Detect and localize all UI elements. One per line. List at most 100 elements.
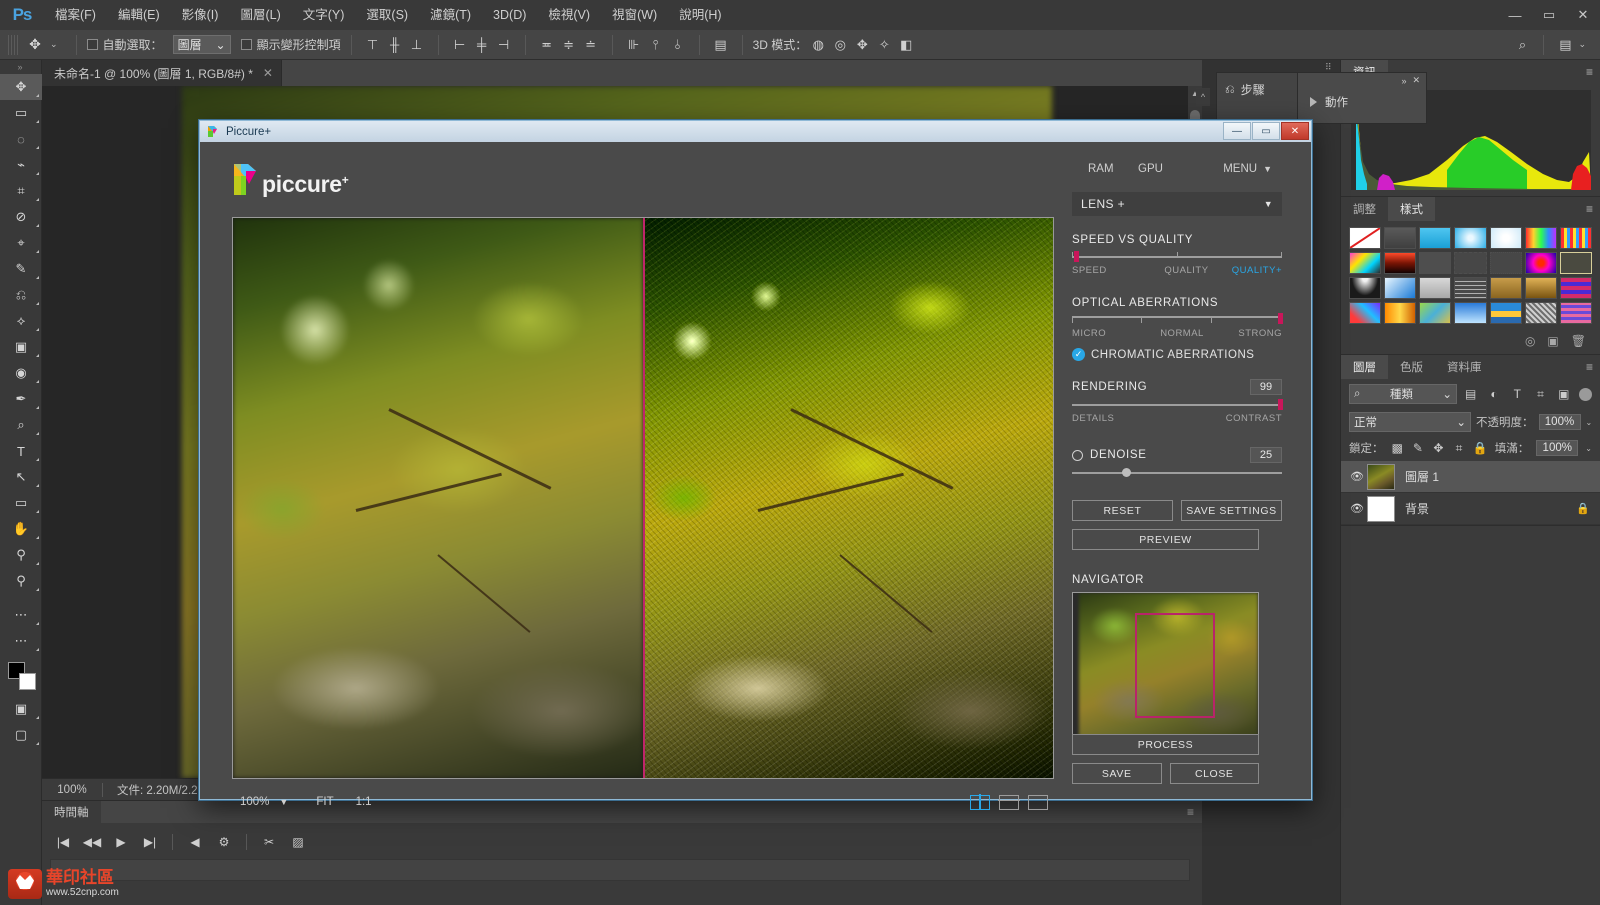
style-swatch[interactable] [1419,302,1452,324]
show-transform-checkbox[interactable] [240,39,252,50]
chromatic-aberrations-checkbox-row[interactable]: ✓ CHROMATIC ABERRATIONS [1072,348,1282,361]
tool-path-select[interactable]: ▭ [0,490,42,516]
filter-shape-icon[interactable]: ⌗ [1531,384,1550,404]
tab-adjustments[interactable]: 調整 [1341,197,1388,221]
menu-help[interactable]: 說明(H) [668,0,732,30]
blend-mode-dropdown[interactable]: 正常 ⌄ [1349,412,1471,432]
info-panel-menu-icon[interactable]: ≡ [1586,65,1593,79]
tool-clone-stamp[interactable]: ⎌ [0,282,42,308]
tab-timeline[interactable]: 時間軸 [42,801,101,823]
slider-handle[interactable] [1122,468,1132,477]
tool-dodge[interactable]: ⌕ [0,412,42,438]
menu-filter[interactable]: 濾鏡(T) [419,0,482,30]
fill-value[interactable]: 100% [1536,440,1579,456]
close-icon[interactable]: ✕ [263,66,273,80]
tool-brush[interactable]: ✎ [0,256,42,282]
tool-type[interactable]: ↖ [0,464,42,490]
save-button[interactable]: SAVE [1072,763,1162,784]
style-swatch[interactable] [1559,252,1592,274]
style-swatch[interactable] [1454,277,1487,299]
lock-transparency-icon[interactable]: ▩ [1391,438,1405,458]
reset-button[interactable]: RESET [1072,500,1173,521]
distribute-top-icon[interactable]: ≖ [536,34,558,56]
style-swatch[interactable] [1524,302,1557,324]
style-swatch[interactable] [1454,302,1487,324]
tool-crop[interactable]: ⌗ [0,178,42,204]
tool-more-icon[interactable]: ⋯ [0,602,42,628]
single-view-icon[interactable] [1028,794,1048,810]
align-hcenter-icon[interactable]: ╪ [471,34,493,56]
menu-layer[interactable]: 圖層(L) [229,0,291,30]
tool-rectangle[interactable]: ✋ [0,516,42,542]
style-swatch[interactable] [1384,252,1417,274]
lock-image-icon[interactable]: ✎ [1411,438,1425,458]
timeline-track[interactable] [50,859,1190,881]
style-swatch[interactable] [1419,277,1452,299]
layer-visibility-icon[interactable]: 👁 [1347,470,1367,483]
workspace-icon[interactable]: ▤ [1554,34,1576,56]
style-swatch[interactable] [1559,277,1592,299]
distribute-left-icon[interactable]: ⊪ [623,34,645,56]
dialog-close-button[interactable]: ✕ [1281,122,1309,140]
style-swatch[interactable] [1524,277,1557,299]
panel-collapse-icon[interactable]: ^ [1196,88,1210,106]
timeline-go-start-icon[interactable]: |◀ [50,831,76,853]
slider-handle[interactable] [1074,251,1080,262]
lock-artboard-icon[interactable]: ⌗ [1452,438,1466,458]
layer-filter-dropdown[interactable]: ⌕ 種類 ⌄ [1349,384,1457,404]
menu-type[interactable]: 文字(Y) [292,0,356,30]
fit-button[interactable]: FIT [316,796,333,808]
tool-eraser[interactable]: ▣ [0,334,42,360]
style-swatch[interactable] [1349,277,1382,299]
style-swatch[interactable] [1559,227,1592,249]
style-swatch[interactable] [1349,227,1382,249]
checkbox-checked-icon[interactable]: ✓ [1072,348,1085,361]
one-to-one-button[interactable]: 1:1 [356,796,372,808]
timeline-audio-icon[interactable]: ◀ [182,831,208,853]
tool-preset-caret-icon[interactable]: ⌄ [50,39,58,50]
process-button[interactable]: PROCESS [1072,734,1259,755]
align-top-icon[interactable]: ⊤ [362,34,384,56]
menu-window[interactable]: 視窗(W) [601,0,668,30]
menu-edit[interactable]: 編輯(E) [107,0,171,30]
menu-3d[interactable]: 3D(D) [482,0,537,30]
style-swatch[interactable] [1419,252,1452,274]
tool-edit-toolbar-icon[interactable]: ⋯ [0,628,42,654]
tool-move[interactable]: ✥ [0,74,42,100]
style-swatch[interactable] [1384,277,1417,299]
style-swatch[interactable] [1454,227,1487,249]
tool-pen[interactable]: T [0,438,42,464]
split-vertical-view-icon[interactable] [970,793,990,811]
timeline-menu-icon[interactable]: ≡ [1187,805,1194,819]
dialog-titlebar[interactable]: Piccure+ — ▭ ✕ [200,121,1311,142]
tab-styles[interactable]: 樣式 [1388,197,1435,221]
new-style-icon[interactable]: ▣ [1547,334,1558,348]
preview-split-divider[interactable] [643,218,645,778]
toolbox-grip[interactable]: » [0,60,41,74]
style-swatch[interactable] [1489,277,1522,299]
style-swatch[interactable] [1489,302,1522,324]
slider-handle[interactable] [1277,313,1283,324]
tool-eyedropper[interactable]: ⊘ [0,204,42,230]
fill-caret-icon[interactable]: ⌄ [1585,444,1592,453]
minimize-button[interactable]: — [1498,0,1532,30]
speed-quality-slider[interactable] [1072,251,1282,262]
tool-marquee[interactable]: ▭ [0,100,42,126]
play-triangle-icon[interactable] [1310,97,1317,107]
dialog-minimize-button[interactable]: — [1223,122,1251,140]
clear-style-icon[interactable]: ◎ [1525,334,1535,348]
move-tool-icon[interactable]: ✥ [22,34,48,56]
preview-original[interactable] [233,218,643,778]
preview-button[interactable]: PREVIEW [1072,529,1259,550]
close-icon[interactable]: ✕ [1412,75,1420,86]
rendering-value[interactable]: 99 [1250,379,1282,395]
style-swatch[interactable] [1454,252,1487,274]
table-row[interactable]: 👁 圖層 1 [1341,461,1600,493]
preview-processed[interactable] [643,218,1053,778]
timeline-split-icon[interactable]: ✂ [256,831,282,853]
slider-handle[interactable] [1277,399,1283,410]
scale-3d-icon[interactable]: ◧ [895,34,917,56]
distribute-right-icon[interactable]: ⫰ [667,34,689,56]
color-swatches[interactable] [0,658,42,696]
denoise-toggle-icon[interactable] [1072,449,1083,461]
